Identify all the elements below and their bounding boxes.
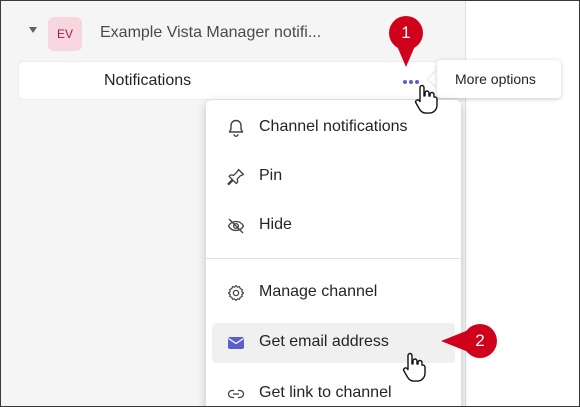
dot-icon [403,80,407,84]
link-icon [227,389,245,399]
hand-cursor-icon [402,352,426,382]
menu-item-manage-channel[interactable]: Manage channel [212,273,455,313]
menu-item-hide[interactable]: Hide [212,206,455,246]
menu-item-label: Hide [259,216,292,233]
step-2-badge: 2 [463,324,497,358]
caret-down-icon[interactable] [29,27,37,33]
menu-item-label: Get link to channel [259,384,392,401]
step-1-callout: 1 [388,15,428,75]
channel-name: Notifications [104,72,192,89]
menu-item-label: Get email address [259,333,389,350]
hand-cursor-icon [414,84,438,114]
more-options-tooltip: More options [437,60,561,98]
menu-item-label: Manage channel [259,283,378,300]
team-avatar: EV [48,17,82,51]
menu-item-label: Pin [259,167,283,184]
step-1-badge: 1 [389,16,423,50]
team-name[interactable]: Example Vista Manager notifi... [100,24,321,42]
channel-row-notifications[interactable]: Notifications [19,62,439,99]
bell-icon [228,119,244,137]
step-2-callout: 2 [441,323,501,359]
mail-icon [228,337,244,349]
pin-icon [227,168,245,186]
teams-window: EV Example Vista Manager notifi... Notif… [0,0,580,407]
tooltip-text: More options [455,71,536,87]
menu-item-pin[interactable]: Pin [212,157,455,197]
menu-separator [206,258,461,259]
eye-off-icon [227,218,245,234]
menu-item-label: Channel notifications [259,118,408,135]
gear-icon [227,284,245,302]
